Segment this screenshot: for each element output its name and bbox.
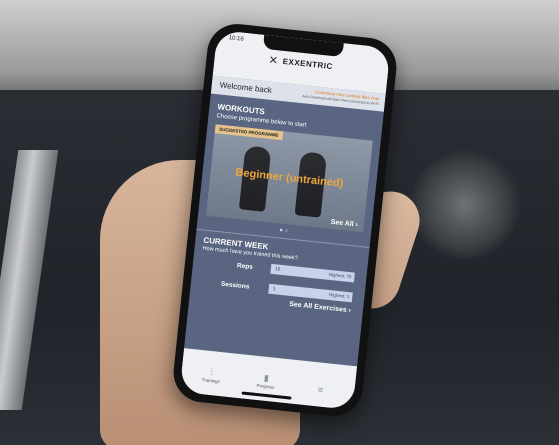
programme-card[interactable]: SUGGESTED PROGRAMME Beginner (untrained)… <box>206 124 373 233</box>
sessions-value: 1 <box>272 286 276 293</box>
tab-label: Progress <box>256 382 275 390</box>
reps-highest: Highest: 70 <box>328 271 352 280</box>
tab-trainings[interactable]: ⫶ Trainings <box>191 365 232 385</box>
reps-value: 16 <box>274 266 281 273</box>
status-time: 10:16 <box>228 35 244 43</box>
sessions-highest: Highest: 1 <box>328 292 350 300</box>
photo-scene: 10:16 ⨉ EXXENTRIC Welcome back Download … <box>0 0 559 445</box>
tab-label: Trainings <box>201 377 221 385</box>
programme-title: Beginner (untrained) <box>234 166 344 190</box>
brand-name: EXXENTRIC <box>282 56 334 72</box>
sessions-label: Sessions <box>220 280 250 291</box>
tab-bar: ⫶ Trainings ▮ Progress ≡ <box>179 348 358 411</box>
sessions-bar: 1 Highest: 1 <box>268 283 353 303</box>
tab-progress[interactable]: ▮ Progress <box>245 371 286 391</box>
home-indicator <box>241 391 292 400</box>
phone-screen: 10:16 ⨉ EXXENTRIC Welcome back Download … <box>179 29 391 411</box>
reps-label: Reps <box>236 262 254 271</box>
welcome-text: Welcome back <box>219 80 273 95</box>
see-all-exercises-button[interactable]: See All Exercises › <box>289 301 351 314</box>
see-all-button[interactable]: See All › <box>330 219 358 229</box>
suggested-tag: SUGGESTED PROGRAMME <box>214 124 284 141</box>
logo-mark-icon: ⨉ <box>269 55 278 66</box>
tab-menu[interactable]: ≡ <box>300 383 341 397</box>
background-flywheel-device <box>410 150 520 260</box>
app-logo: ⨉ EXXENTRIC <box>214 50 388 78</box>
reps-bar: 16 Highest: 70 <box>270 263 355 283</box>
phone: 10:16 ⨉ EXXENTRIC Welcome back Download … <box>170 21 400 419</box>
menu-icon: ≡ <box>317 384 324 395</box>
